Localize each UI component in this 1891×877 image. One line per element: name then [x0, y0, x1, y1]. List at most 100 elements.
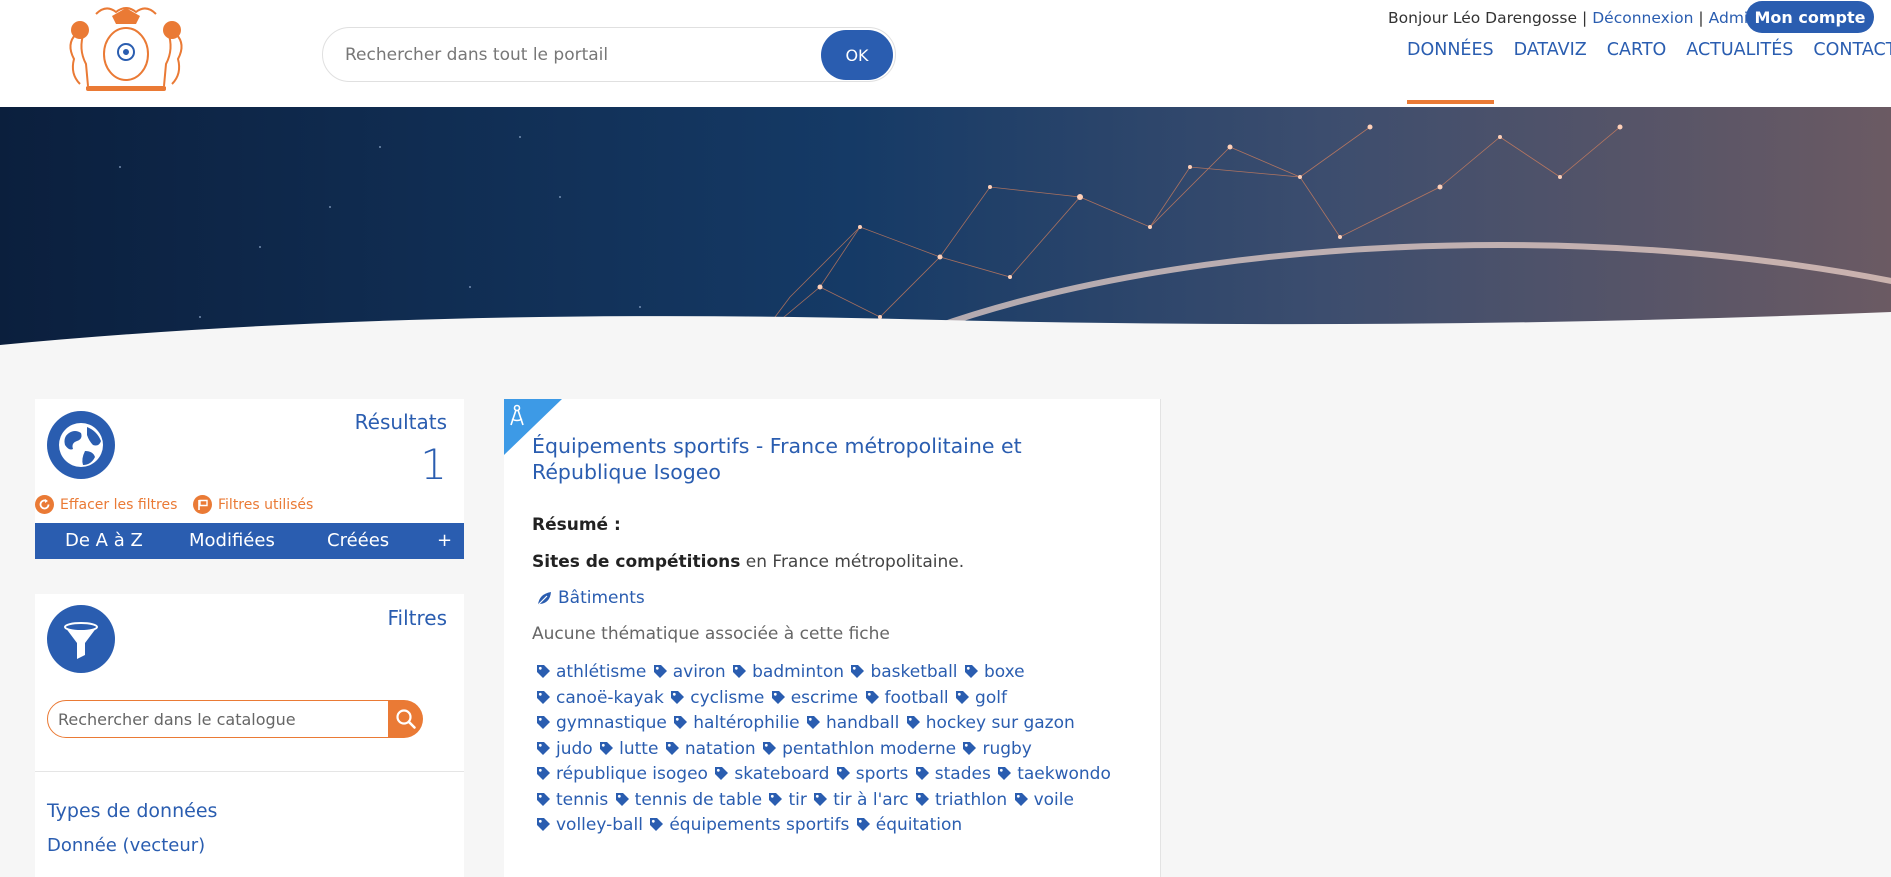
tag-icon — [916, 792, 930, 806]
catalog-search-input[interactable] — [58, 709, 378, 729]
sort-modified[interactable]: Modifiées — [189, 530, 275, 551]
clear-filters-label: Effacer les filtres — [60, 496, 178, 513]
keyword-tag[interactable]: aviron — [653, 660, 726, 686]
coat-of-arms-logo[interactable] — [56, 4, 196, 92]
keyword-label: athlétisme — [556, 662, 647, 682]
leaf-icon — [537, 591, 551, 605]
keyword-tag[interactable]: judo — [536, 737, 593, 763]
sort-more[interactable]: + — [437, 530, 452, 551]
resume-bold: Sites de compétitions — [532, 552, 741, 572]
keyword-tag[interactable]: basketball — [850, 660, 958, 686]
tag-icon — [806, 716, 820, 729]
sort-a-z[interactable]: De A à Z — [65, 530, 143, 551]
keyword-tag[interactable]: hockey sur gazon — [906, 711, 1075, 737]
tag-icon — [956, 690, 970, 704]
keyword-label: haltérophilie — [693, 713, 800, 733]
main-nav: DONNÉES DATAVIZ CARTO ACTUALITÉS CONTACT — [1407, 38, 1891, 104]
search-ok-button[interactable]: OK — [821, 30, 893, 80]
tag-icon — [537, 741, 550, 755]
keyword-tag[interactable]: taekwondo — [997, 762, 1111, 788]
keyword-tag[interactable]: équipements sportifs — [649, 813, 849, 839]
separator: | — [1698, 9, 1704, 27]
results-title: Résultats — [354, 410, 447, 434]
nav-contact[interactable]: CONTACT — [1813, 38, 1891, 68]
category-link[interactable]: Bâtiments — [536, 588, 645, 608]
keyword-tag[interactable]: équitation — [856, 813, 962, 839]
keyword-tag[interactable]: tir — [768, 788, 807, 814]
keyword-tag[interactable]: badminton — [732, 660, 844, 686]
category-label: Bâtiments — [558, 588, 645, 608]
keyword-tag[interactable]: escrime — [771, 686, 858, 712]
keyword-label: hockey sur gazon — [925, 713, 1075, 733]
keyword-tag[interactable]: rugby — [962, 737, 1032, 763]
tag-icon — [763, 741, 777, 755]
catalog-search-button[interactable] — [389, 700, 423, 738]
tag-icon — [671, 690, 685, 704]
keyword-tag[interactable]: volley-ball — [536, 813, 643, 839]
keyword-label: aviron — [672, 662, 726, 682]
keyword-label: escrime — [790, 687, 859, 708]
keyword-tag[interactable]: gymnastique — [536, 711, 667, 737]
keyword-label: stades — [934, 764, 991, 784]
data-types-heading: Types de données — [47, 800, 218, 822]
keyword-tag[interactable]: république isogeo — [536, 762, 708, 788]
tag-icon — [537, 665, 550, 678]
keyword-label: sports — [855, 764, 909, 784]
no-theme-text: Aucune thématique associée à cette fiche — [532, 624, 890, 644]
keyword-tag[interactable]: tennis — [536, 788, 608, 814]
keyword-tag[interactable]: skateboard — [714, 762, 829, 788]
keyword-tag[interactable]: boxe — [964, 660, 1025, 686]
result-title[interactable]: Équipements sportifs - France métropolit… — [532, 433, 1072, 485]
keyword-tag[interactable]: tennis de table — [615, 788, 762, 814]
keyword-label: tennis de table — [634, 789, 763, 810]
sort-created[interactable]: Créées — [327, 530, 389, 551]
keyword-tag[interactable]: athlétisme — [536, 660, 646, 686]
keyword-label: gymnastique — [556, 713, 667, 733]
portal-search-input[interactable] — [345, 42, 805, 68]
keyword-tag[interactable]: pentathlon moderne — [762, 737, 956, 763]
used-filters-link[interactable]: Filtres utilisés — [193, 495, 313, 514]
keyword-tag[interactable]: golf — [955, 686, 1007, 712]
keyword-tag[interactable]: cyclisme — [670, 686, 764, 712]
keyword-list: athlétisme aviron badminton basketball b… — [536, 660, 1136, 839]
keyword-tag[interactable]: tir à l'arc — [813, 788, 909, 814]
clear-filters-link[interactable]: Effacer les filtres — [35, 495, 177, 514]
tag-icon — [865, 690, 879, 704]
keyword-label: judo — [556, 738, 593, 759]
keyword-label: rugby — [982, 738, 1032, 759]
funnel-icon — [47, 605, 115, 673]
keyword-label: canoë-kayak — [556, 687, 664, 708]
nav-carto[interactable]: CARTO — [1607, 38, 1667, 68]
tag-icon — [851, 665, 865, 678]
keyword-tag[interactable]: football — [865, 686, 949, 712]
logout-link[interactable]: Déconnexion — [1592, 9, 1693, 27]
keyword-tag[interactable]: sports — [836, 762, 909, 788]
nav-dataviz[interactable]: DATAVIZ — [1514, 38, 1587, 68]
keyword-tag[interactable]: voile — [1014, 788, 1074, 814]
keyword-tag[interactable]: canoë-kayak — [536, 686, 664, 712]
keyword-tag[interactable]: triathlon — [915, 788, 1007, 814]
nav-donnees[interactable]: DONNÉES — [1407, 38, 1494, 104]
keyword-label: cyclisme — [690, 687, 765, 708]
my-account-button[interactable]: Mon compte — [1746, 1, 1874, 33]
keyword-label: natation — [684, 738, 756, 759]
keyword-tag[interactable]: natation — [665, 737, 756, 763]
keyword-tag[interactable]: haltérophilie — [673, 711, 800, 737]
tag-icon — [650, 818, 664, 831]
hero-banner — [0, 107, 1891, 365]
refresh-icon — [35, 495, 54, 514]
keyword-tag[interactable]: lutte — [599, 737, 658, 763]
keyword-tag[interactable]: handball — [806, 711, 899, 737]
divider — [35, 771, 464, 772]
keyword-tag[interactable]: stades — [915, 762, 991, 788]
tag-icon — [715, 767, 729, 780]
tag-icon — [963, 741, 977, 755]
results-count: 1 — [420, 440, 447, 489]
data-type-vector[interactable]: Donnée (vecteur) — [47, 835, 205, 856]
keyword-label: pentathlon moderne — [782, 738, 957, 759]
keyword-label: tir à l'arc — [833, 789, 909, 810]
card-divider — [1160, 399, 1161, 877]
tag-icon — [674, 716, 688, 729]
nav-actualites[interactable]: ACTUALITÉS — [1686, 38, 1793, 68]
separator: | — [1582, 9, 1588, 27]
